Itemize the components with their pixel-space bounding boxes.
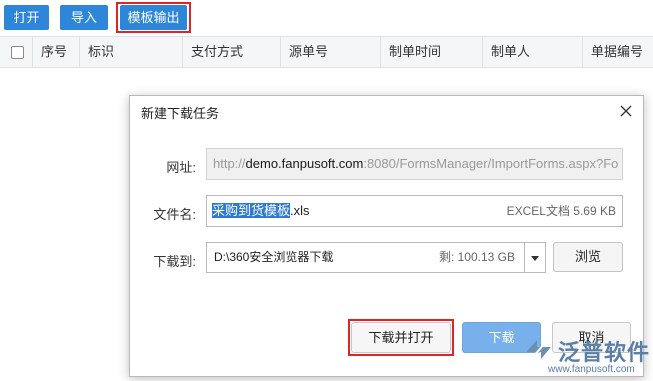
chevron-down-icon — [531, 256, 539, 261]
file-type-size: EXCEL文档 5.69 KB — [506, 204, 616, 218]
toolbar: 打开 导入 模板输出 — [0, 0, 653, 36]
watermark-brand: 泛普软件 — [558, 340, 651, 365]
dialog-title: 新建下载任务 — [141, 106, 220, 121]
save-path-field[interactable]: D:\360安全浏览器下载 剩: 100.13 GB — [206, 242, 546, 273]
fanpu-logo-icon — [527, 340, 551, 359]
url-prefix: http:// — [213, 156, 246, 171]
column-header-created-time[interactable]: 制单时间 — [381, 37, 483, 67]
import-button[interactable]: 导入 — [60, 5, 108, 30]
select-all-checkbox[interactable] — [11, 46, 24, 59]
save-path-dropdown[interactable] — [524, 242, 546, 273]
save-path-value: D:\360安全浏览器下载 — [214, 250, 334, 264]
column-header-tag[interactable]: 标识 — [80, 37, 183, 67]
free-space-text: 剩: 100.13 GB — [438, 250, 515, 264]
column-header-document-number[interactable]: 单据编号 — [583, 37, 653, 67]
browse-button[interactable]: 浏览 — [553, 242, 623, 272]
close-icon[interactable] — [617, 102, 635, 120]
url-path: :8080/FormsManager/ImportForms.aspx?Fo — [363, 156, 619, 171]
filename-selected-text: 采购到货模板 — [212, 203, 291, 218]
column-header-payment-method[interactable]: 支付方式 — [183, 37, 281, 67]
select-all-cell — [0, 37, 33, 67]
filename-extension: .xls — [290, 203, 310, 218]
template-export-button[interactable]: 模板输出 — [120, 5, 187, 30]
url-label: 网址: — [166, 160, 196, 175]
column-header-source-order[interactable]: 源单号 — [281, 37, 381, 67]
watermark-url: www.fanpusoft.com — [548, 364, 635, 375]
table-header: 序号 标识 支付方式 源单号 制单时间 制单人 单据编号 — [0, 36, 653, 68]
download-and-open-button[interactable]: 下载并打开 — [351, 322, 451, 353]
filename-field[interactable]: 采购到货模板.xls EXCEL文档 5.69 KB — [206, 195, 623, 227]
url-field[interactable]: http://demo.fanpusoft.com:8080/FormsMana… — [206, 148, 623, 180]
fanpu-watermark: 泛普软件 www.fanpusoft.com — [521, 334, 653, 381]
save-to-label: 下载到: — [153, 254, 196, 269]
column-header-creator[interactable]: 制单人 — [483, 37, 583, 67]
filename-label: 文件名: — [153, 207, 196, 222]
column-header-index[interactable]: 序号 — [33, 37, 80, 67]
url-host: demo.fanpusoft.com — [245, 156, 364, 171]
open-button[interactable]: 打开 — [4, 5, 49, 30]
